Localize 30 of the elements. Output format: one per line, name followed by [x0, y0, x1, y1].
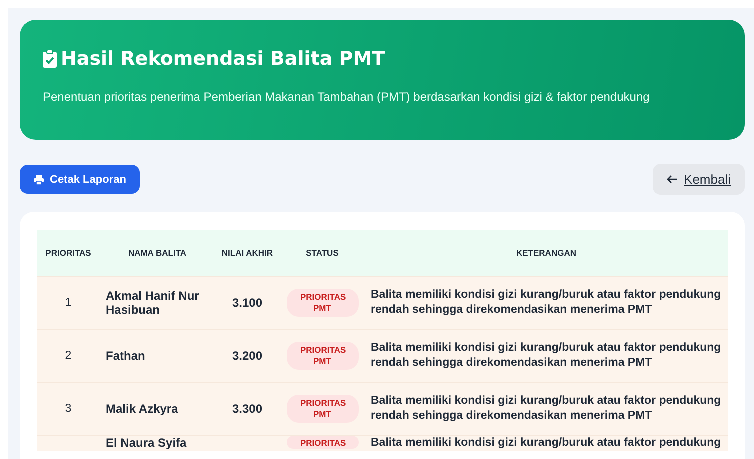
description-text: Balita memiliki kondisi gizi kurang/buruk atau faktor pendukung [371, 437, 722, 449]
description-text: Balita memiliki kondisi gizi kurang/buruk atau faktor pendukung rendah sehingga direkomendasikan menerima PMT [371, 395, 722, 422]
final-score: 3.100 [232, 296, 263, 310]
status-badge: PRIORITAS PMT [286, 289, 358, 317]
child-name: El Naura Syifa [106, 436, 187, 450]
child-name: Fathan [106, 349, 146, 363]
print-report-button[interactable]: Cetak Laporan [20, 165, 140, 194]
page-subtitle: Penentuan prioritas penerima Pemberian Makanan Tambahan (PMT) berdasarkan kondisi gizi & faktor pendukung [43, 90, 651, 104]
priority-number: 1 [65, 297, 72, 309]
column-header: STATUS [280, 230, 365, 276]
status-badge: PRIORITAS [286, 436, 358, 449]
printer-icon [34, 174, 44, 184]
clipboard-check-icon [43, 50, 57, 68]
column-header: NAMA BALITA [100, 230, 215, 276]
column-header: KETERANGAN [365, 230, 728, 276]
final-score: 3.300 [232, 402, 263, 416]
child-name: Malik Azkyra [106, 402, 178, 416]
column-header: PRIORITAS [37, 230, 100, 276]
column-header: NILAI AKHIR [215, 230, 280, 276]
description-text: Balita memiliki kondisi gizi kurang/buruk atau faktor pendukung rendah sehingga direkomendasikan menerima PMT [371, 342, 722, 369]
arrow-left-icon [667, 175, 678, 184]
status-badge: PRIORITAS PMT [286, 395, 358, 423]
child-name: Akmal Hanif Nur Hasibuan [106, 289, 200, 317]
final-score: 3.200 [232, 349, 263, 363]
priority-number: 2 [65, 350, 72, 362]
status-badge: PRIORITAS PMT [286, 342, 358, 370]
page-title: Hasil Rekomendasi Balita PMT [61, 48, 386, 70]
back-link[interactable]: Kembali [653, 164, 745, 195]
priority-number: 3 [65, 403, 72, 415]
description-text: Balita memiliki kondisi gizi kurang/buruk atau faktor pendukung rendah sehingga direkomendasikan menerima PMT [371, 289, 722, 316]
